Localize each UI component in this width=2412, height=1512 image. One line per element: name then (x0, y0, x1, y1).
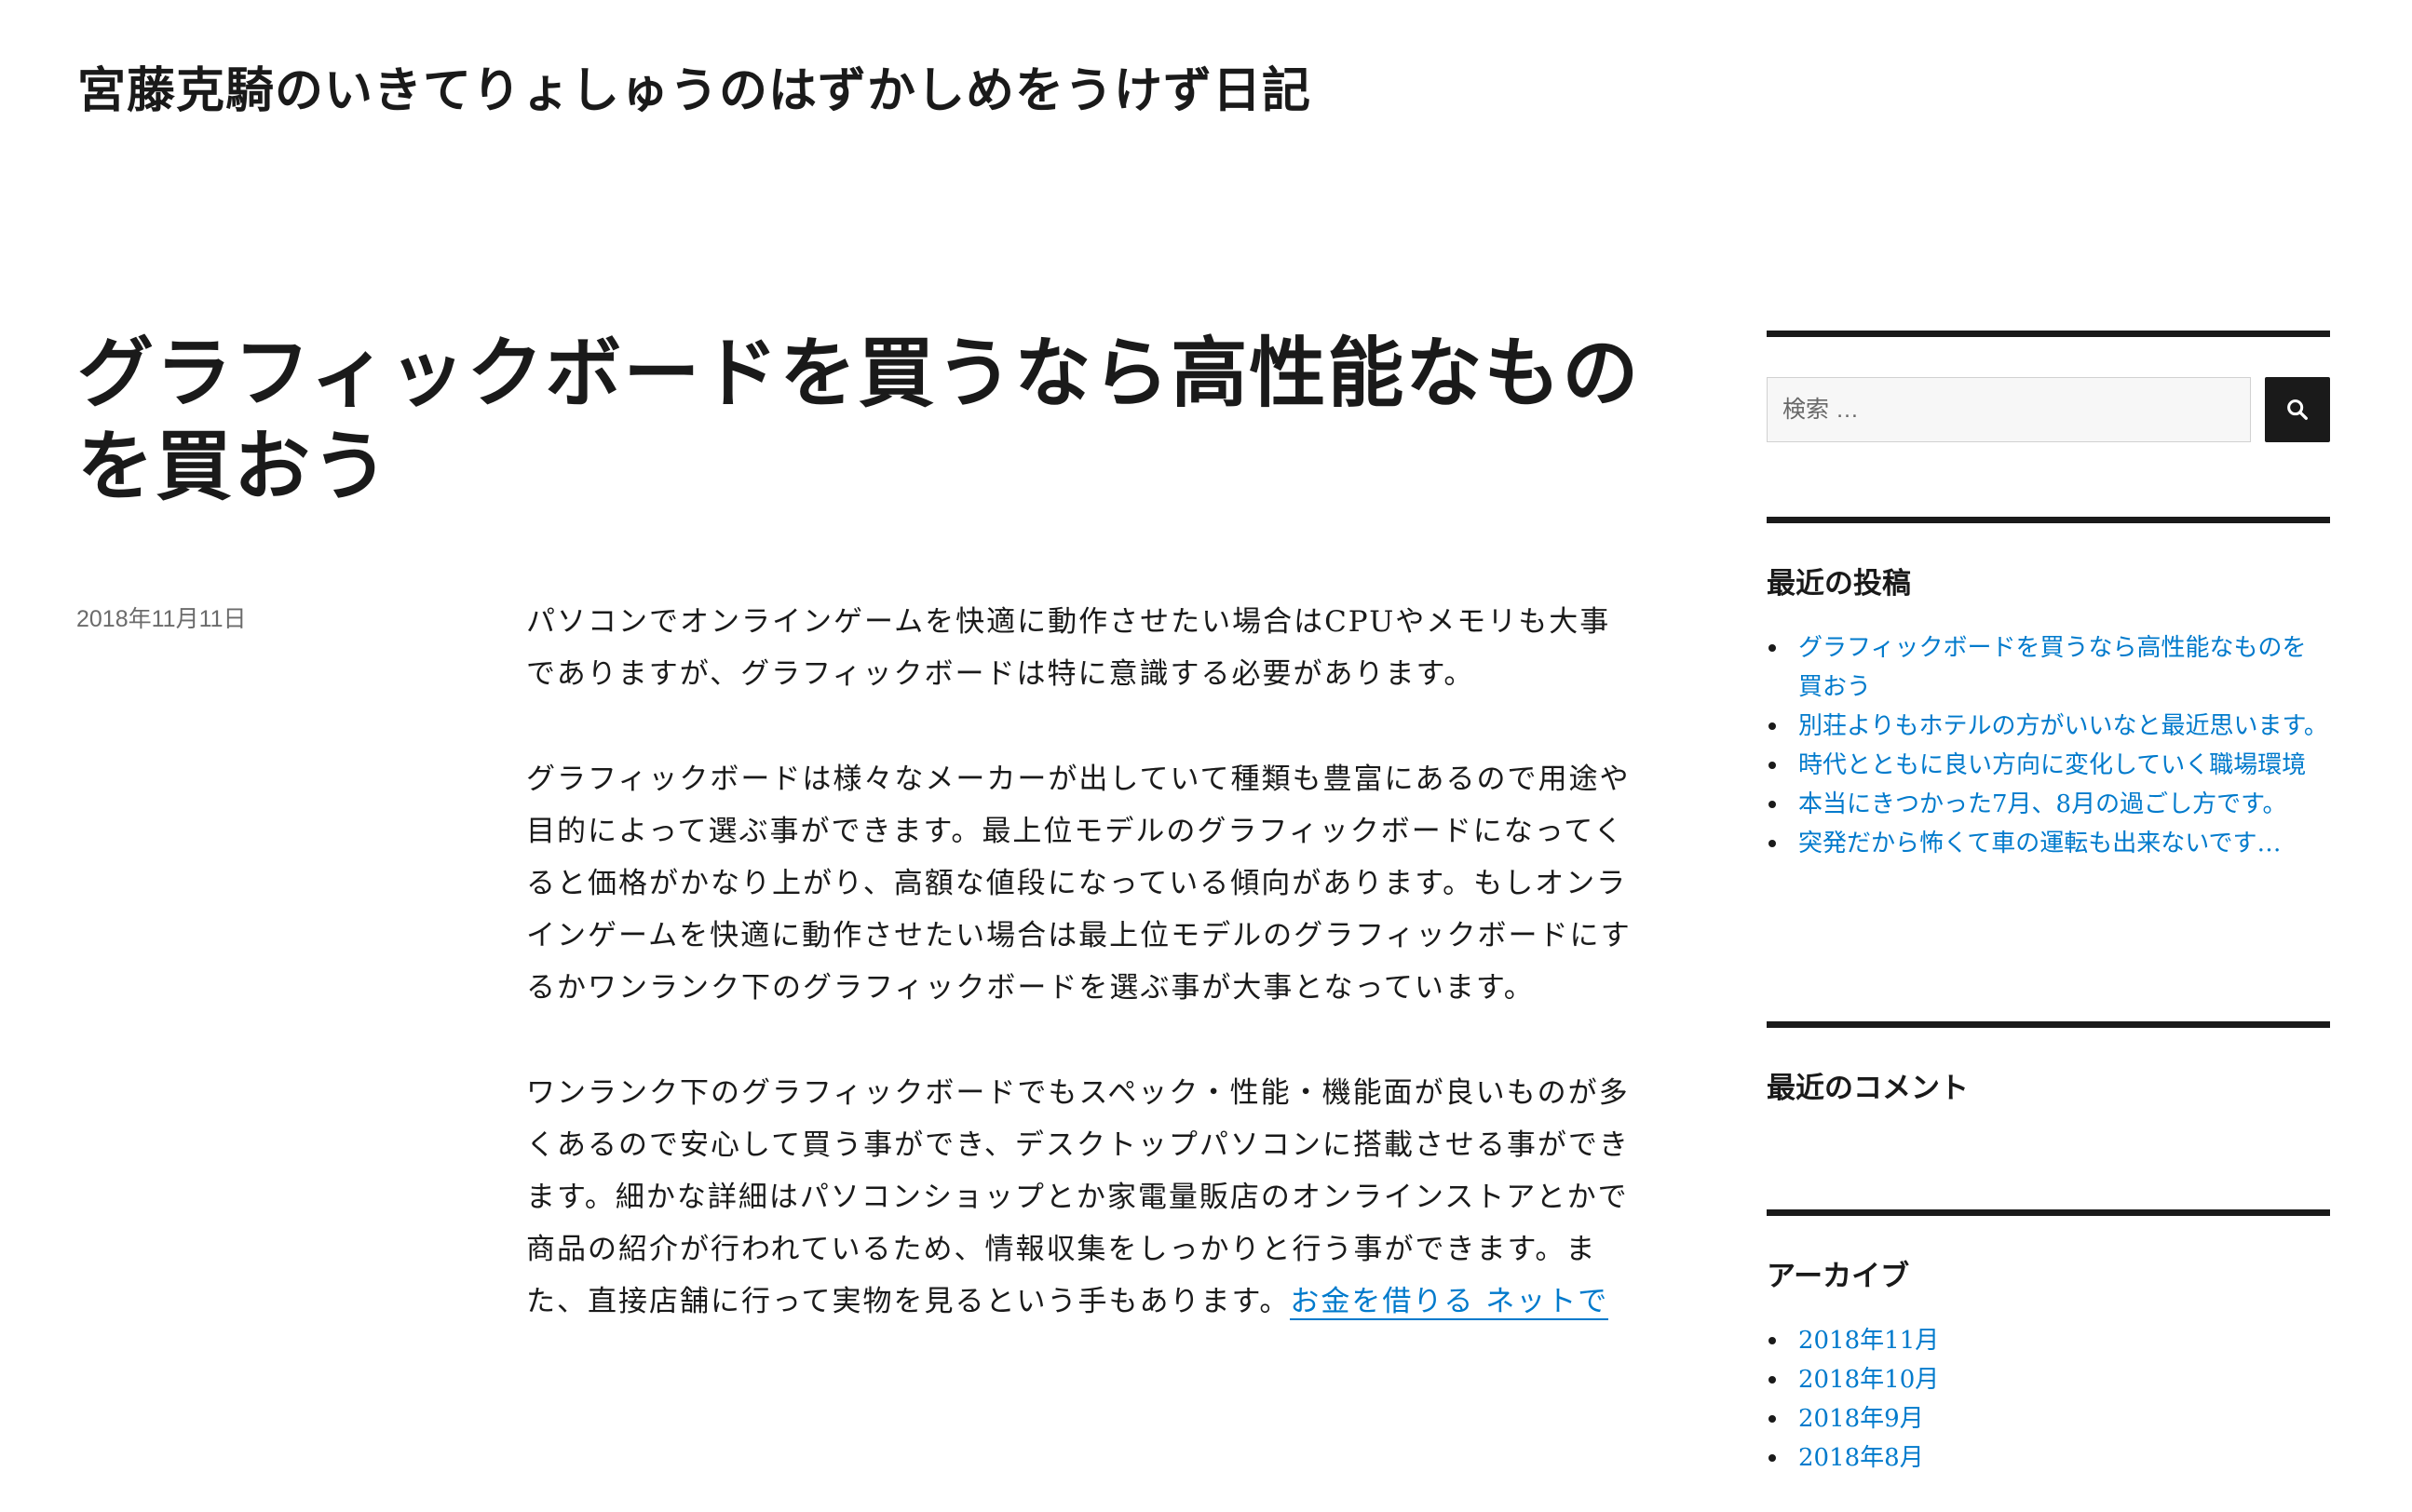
search-input[interactable] (1767, 377, 2251, 442)
recent-post-link[interactable]: 突発だから怖くて車の運転も出来ないです… (1798, 830, 2281, 857)
search-widget (1767, 331, 2330, 517)
search-form (1767, 377, 2330, 444)
list-item: 時代とともに良い方向に変化していく職場環境 (1768, 746, 2330, 785)
recent-post-link[interactable]: 本当にきつかった7月、8月の過ごし方です。 (1798, 790, 2287, 818)
list-item: 2018年9月 (1768, 1399, 2330, 1438)
archives-list: 2018年11月 2018年10月 2018年9月 2018年8月 (1767, 1321, 2330, 1478)
list-item: グラフィックボードを買うなら高性能なものを買おう (1768, 628, 2330, 707)
post-paragraph-2: グラフィックボードは様々なメーカーが出していて種類も豊富にあるので用途や目的によ… (526, 763, 1632, 1005)
post-paragraph-3: ワンランク下のグラフィックボードでもスペック・性能・機能面が良いものが多くあるの… (526, 1067, 1639, 1328)
recent-posts-widget: 最近の投稿 グラフィックボードを買うなら高性能なものを買おう 別荘よりもホテルの… (1767, 517, 2330, 1021)
list-item: 2018年10月 (1768, 1360, 2330, 1399)
post-date[interactable]: 2018年11月11日 (76, 601, 247, 634)
recent-post-link[interactable]: グラフィックボードを買うなら高性能なものを買おう (1798, 634, 2306, 701)
post-title: グラフィックボードを買うなら高性能なものを買おう (77, 330, 1641, 511)
list-item: 別荘よりもホテルの方がいいなと最近思います。 (1768, 707, 2330, 746)
post-paragraph-3-text: ワンランク下のグラフィックボードでもスペック・性能・機能面が良いものが多くあるの… (526, 1076, 1630, 1318)
post-inline-link[interactable]: お金を借りる ネットで (1290, 1285, 1609, 1320)
recent-post-link[interactable]: 別荘よりもホテルの方がいいなと最近思います。 (1798, 712, 2328, 740)
sidebar: 最近の投稿 グラフィックボードを買うなら高性能なものを買おう 別荘よりもホテルの… (1767, 331, 2330, 1478)
recent-post-link[interactable]: 時代とともに良い方向に変化していく職場環境 (1798, 751, 2306, 779)
archive-link[interactable]: 2018年10月 (1798, 1366, 1939, 1394)
recent-posts-list: グラフィックボードを買うなら高性能なものを買おう 別荘よりもホテルの方がいいなと… (1767, 628, 2330, 863)
recent-comments-widget: 最近のコメント (1767, 1021, 2330, 1209)
post-paragraph-1: パソコンでオンラインゲームを快適に動作させたい場合はCPUやメモリも大事でありま… (526, 605, 1611, 691)
list-item: 2018年11月 (1768, 1321, 2330, 1360)
archives-widget: アーカイブ 2018年11月 2018年10月 2018年9月 2018年8月 (1767, 1209, 2330, 1478)
list-item: 本当にきつかった7月、8月の過ごし方です。 (1768, 785, 2330, 824)
list-item: 2018年8月 (1768, 1438, 2330, 1478)
archive-link[interactable]: 2018年8月 (1798, 1444, 1924, 1472)
search-icon (2287, 399, 2308, 420)
recent-posts-title: 最近の投稿 (1767, 567, 1911, 601)
archive-link[interactable]: 2018年11月 (1798, 1327, 1939, 1355)
list-item: 突発だから怖くて車の運転も出来ないです… (1768, 824, 2330, 863)
post-content: パソコンでオンラインゲームを快適に動作させたい場合はCPUやメモリも大事でありま… (526, 596, 1639, 1381)
search-button[interactable] (2265, 377, 2330, 442)
archives-title: アーカイブ (1767, 1260, 1910, 1293)
site-title[interactable]: 宮藤克騎のいきてりょしゅうのはずかしめをうけず日記 (77, 58, 1311, 125)
recent-comments-title: 最近のコメント (1767, 1072, 1969, 1105)
archive-link[interactable]: 2018年9月 (1798, 1405, 1924, 1433)
